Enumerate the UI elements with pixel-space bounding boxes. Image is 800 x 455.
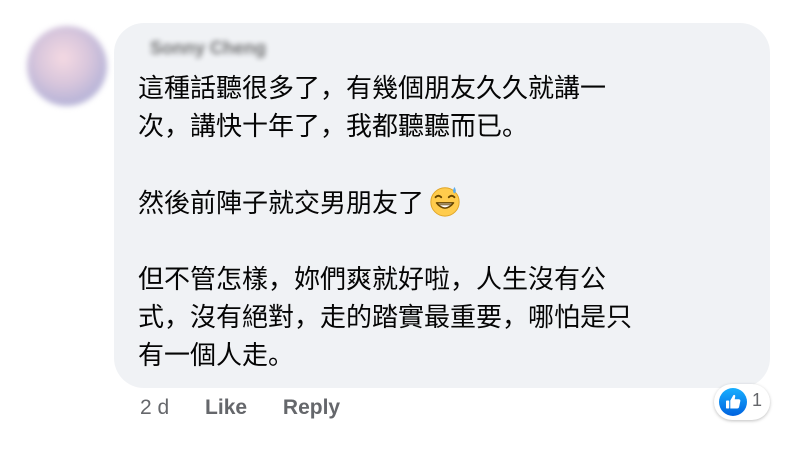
comment-paragraph: 但不管怎樣，妳們爽就好啦，人生沒有公 式，沒有絕對，走的踏實最重要，哪怕是只 有… bbox=[138, 261, 753, 375]
reaction-summary[interactable]: 1 bbox=[714, 384, 770, 420]
comment-actions: 2 d Like Reply bbox=[140, 396, 340, 420]
comment-author[interactable]: Sonny Cheng bbox=[150, 38, 266, 59]
comment-container: Sonny Cheng 這種話聽很多了，有幾個朋友久久就講一 次，講快十年了，我… bbox=[0, 0, 800, 455]
comment-paragraph: 然後前陣子就交男朋友了 bbox=[138, 184, 753, 223]
avatar[interactable] bbox=[27, 26, 107, 106]
comment-line: 然後前陣子就交男朋友了 bbox=[138, 189, 425, 219]
reply-button[interactable]: Reply bbox=[283, 396, 340, 419]
comment-line: 但不管怎樣，妳們爽就好啦，人生沒有公 bbox=[138, 265, 607, 295]
comment-line: 有一個人走。 bbox=[138, 341, 295, 371]
comment-text: 這種話聽很多了，有幾個朋友久久就講一 次，講快十年了，我都聽聽而已。 然後前陣子… bbox=[138, 70, 753, 375]
comment-paragraph: 這種話聽很多了，有幾個朋友久久就講一 次，講快十年了，我都聽聽而已。 bbox=[138, 70, 753, 146]
comment-line-with-emoji: 然後前陣子就交男朋友了 bbox=[138, 184, 753, 223]
comment-timestamp[interactable]: 2 d bbox=[140, 396, 169, 419]
like-icon bbox=[719, 388, 747, 416]
comment-line: 式，沒有絕對，走的踏實最重要，哪怕是只 bbox=[138, 303, 633, 333]
grinning-face-with-sweat-icon bbox=[430, 186, 460, 217]
reaction-count: 1 bbox=[752, 390, 763, 410]
comment-line: 次，講快十年了，我都聽聽而已。 bbox=[138, 112, 529, 142]
comment-line: 這種話聽很多了，有幾個朋友久久就講一 bbox=[138, 74, 607, 104]
like-button[interactable]: Like bbox=[205, 396, 247, 419]
